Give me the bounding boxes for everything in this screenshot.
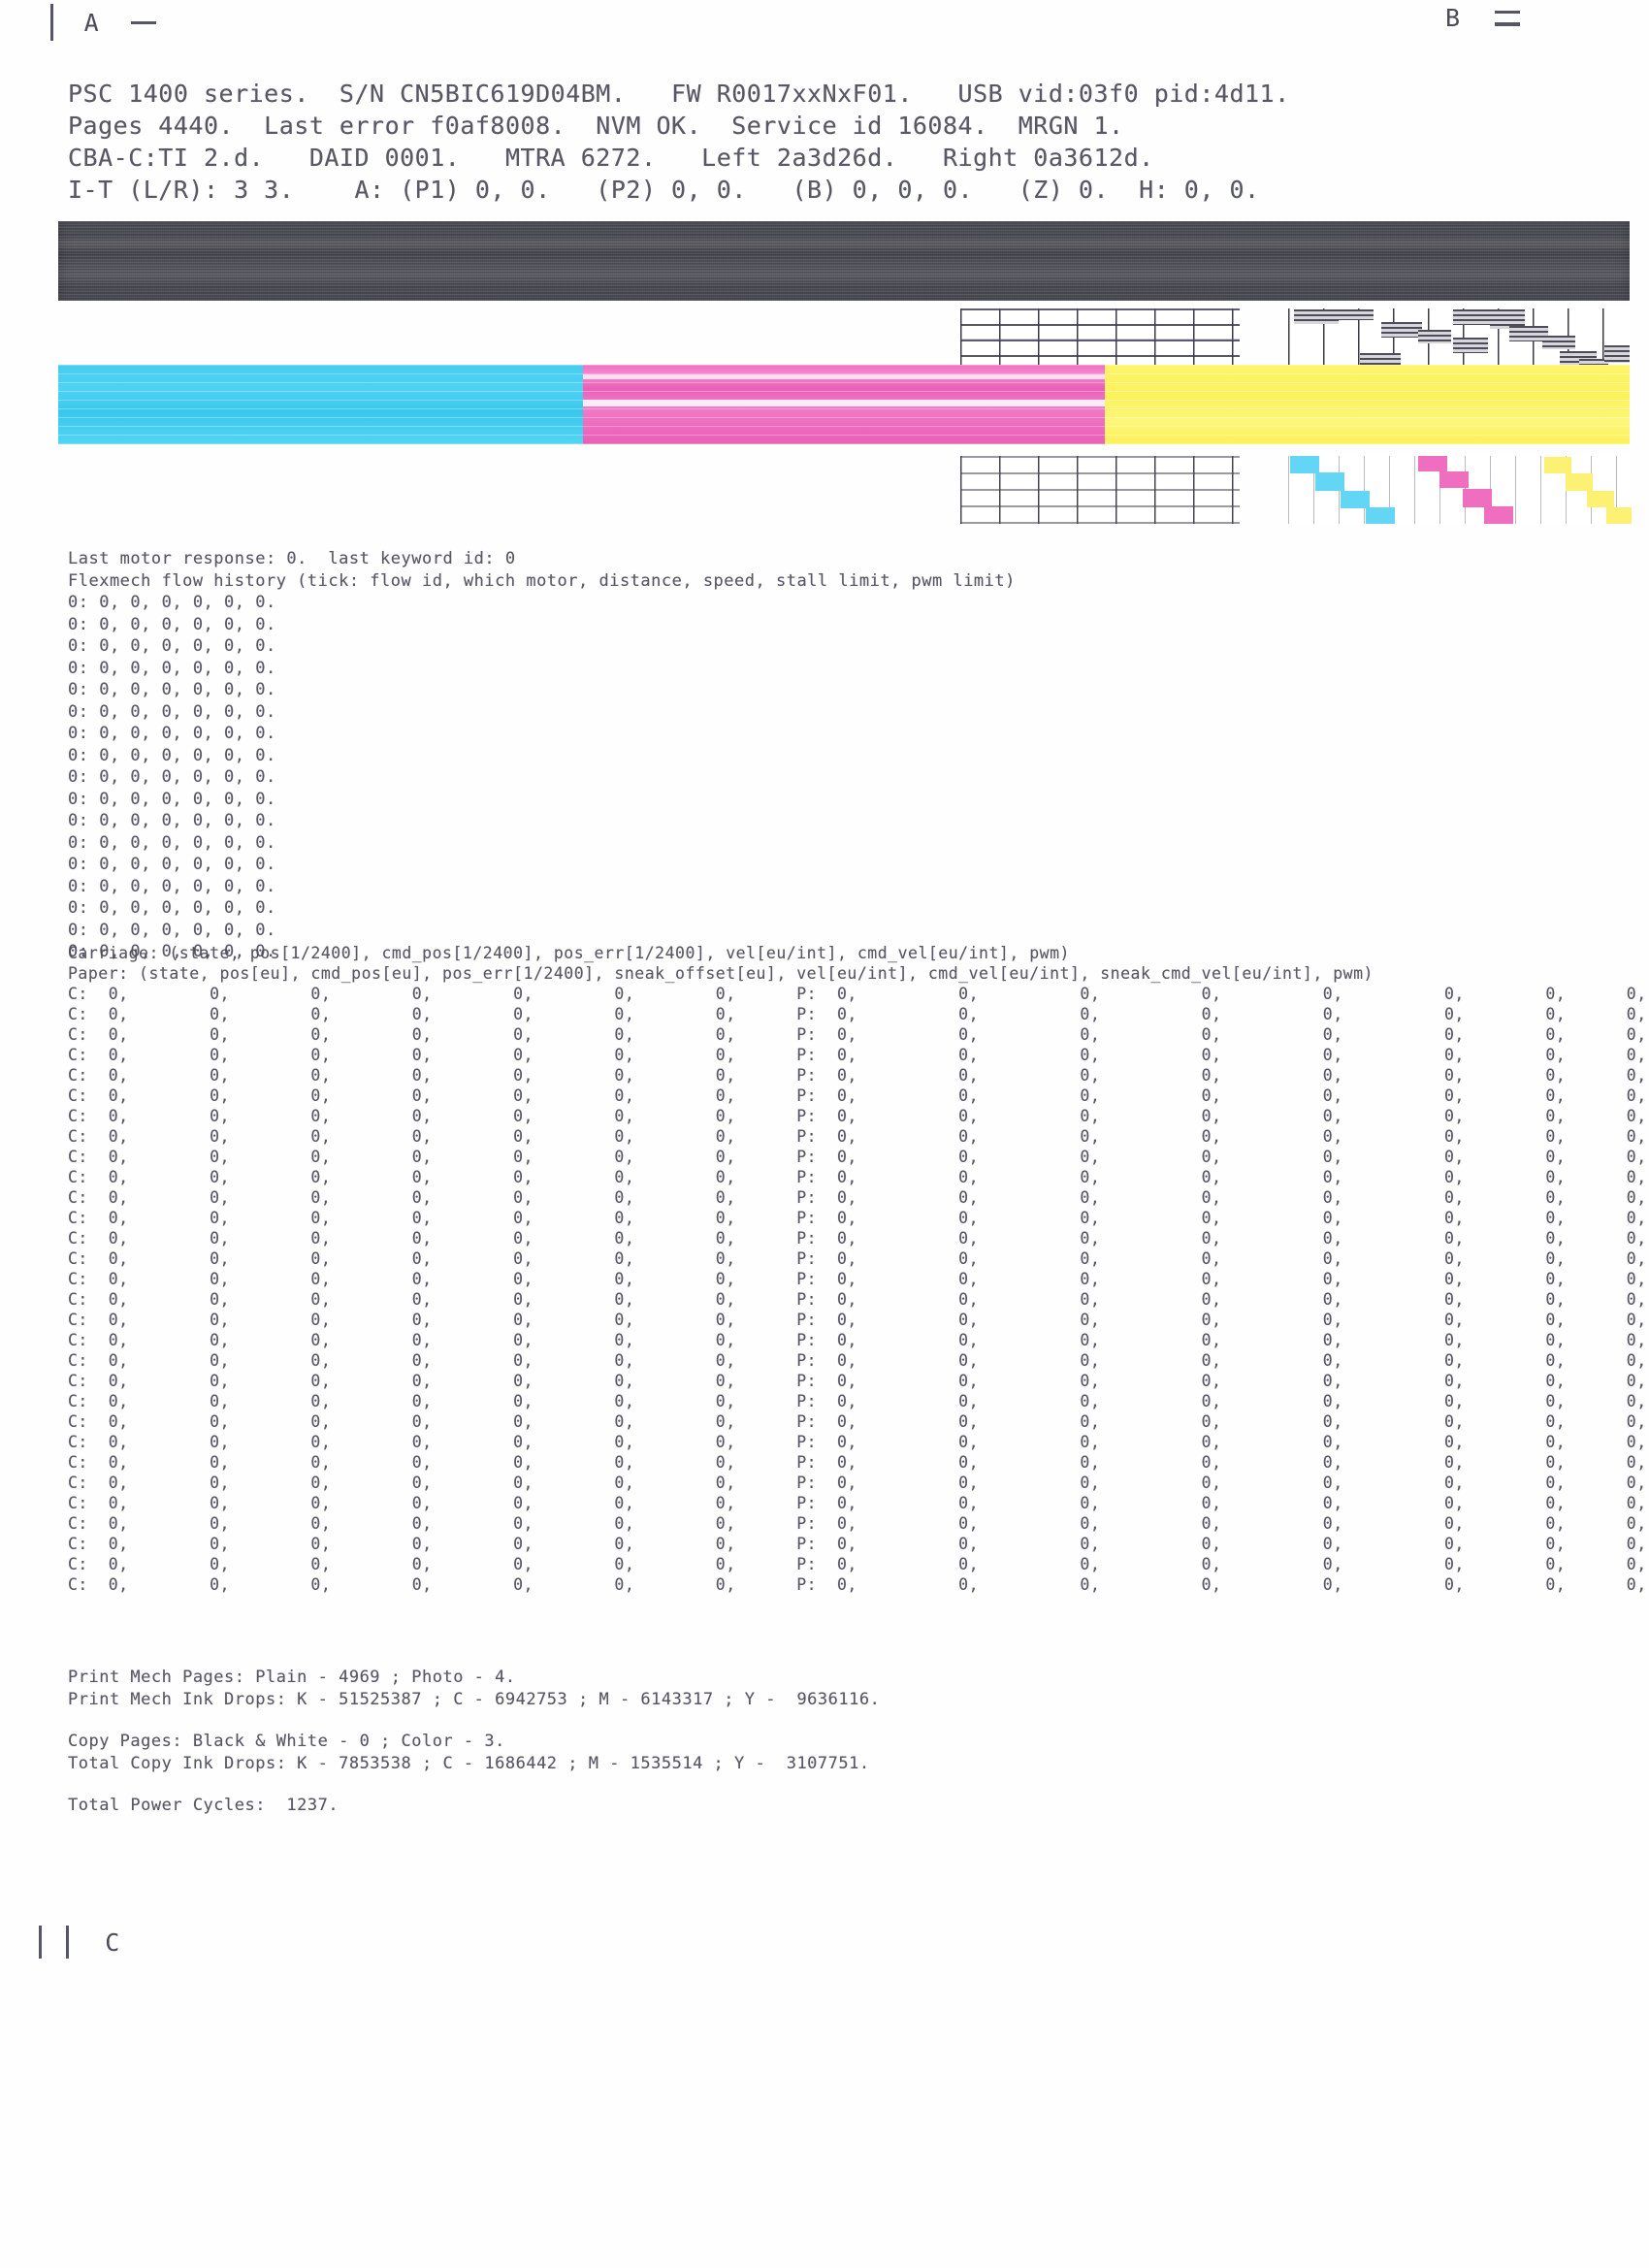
motion-log-row: C: 0, 0, 0, 0, 0, 0, 0, P: 0, 0, 0, 0, 0…	[68, 1188, 1649, 1207]
flexmech-row: 0: 0, 0, 0, 0, 0, 0.	[68, 701, 276, 722]
flexmech-row: 0: 0, 0, 0, 0, 0, 0.	[68, 855, 276, 874]
flexmech-row: 0: 0, 0, 0, 0, 0, 0.	[68, 680, 276, 699]
paper-header: Paper: (state, pos[eu], cmd_pos[eu], pos…	[68, 964, 1374, 983]
registration-bar-left	[50, 4, 53, 41]
registration-bar-c2	[65, 1926, 69, 1959]
printer-selftest-page: A B C PSC 1400 series. S/N CN5BIC619D04B…	[0, 0, 1649, 2268]
header-line-2: Pages 4440. Last error f0af8008. NVM OK.…	[68, 112, 1124, 140]
color-ink-bar	[58, 365, 1631, 444]
motion-log-row: C: 0, 0, 0, 0, 0, 0, 0, P: 0, 0, 0, 0, 0…	[68, 1331, 1649, 1349]
motion-log-row: C: 0, 0, 0, 0, 0, 0, 0, P: 0, 0, 0, 0, 0…	[68, 1535, 1649, 1553]
motion-log-row: C: 0, 0, 0, 0, 0, 0, 0, P: 0, 0, 0, 0, 0…	[68, 1005, 1649, 1023]
flexmech-row: 0: 0, 0, 0, 0, 0, 0.	[68, 724, 276, 743]
flexmech-row: 0: 0, 0, 0, 0, 0, 0.	[68, 789, 276, 809]
registration-bar-c1	[39, 1926, 42, 1959]
magenta-bar-segment	[583, 365, 1105, 444]
nozzle-test-pattern-area	[58, 221, 1632, 532]
registration-letter-a: A	[83, 8, 99, 37]
motion-log-row: C: 0, 0, 0, 0, 0, 0, 0, P: 0, 0, 0, 0, 0…	[68, 1148, 1649, 1166]
motion-log-row: C: 0, 0, 0, 0, 0, 0, 0, P: 0, 0, 0, 0, 0…	[68, 985, 1649, 1003]
alignment-grid-light-lower	[960, 456, 1240, 524]
motion-log-row: C: 0, 0, 0, 0, 0, 0, 0, P: 0, 0, 0, 0, 0…	[68, 1086, 1649, 1105]
total-power-cycles-line: Total Power Cycles: 1237.	[68, 1796, 340, 1815]
flexmech-history-header: Flexmech flow history (tick: flow id, wh…	[68, 570, 1016, 591]
motion-log-row: C: 0, 0, 0, 0, 0, 0, 0, P: 0, 0, 0, 0, 0…	[68, 1412, 1649, 1431]
header-line-3: CBA-C:TI 2.d. DAID 0001. MTRA 6272. Left…	[68, 144, 1154, 172]
motion-log-row: C: 0, 0, 0, 0, 0, 0, 0, P: 0, 0, 0, 0, 0…	[68, 1392, 1649, 1410]
flexmech-row: 0: 0, 0, 0, 0, 0, 0.	[68, 920, 276, 940]
motion-log-row: C: 0, 0, 0, 0, 0, 0, 0, P: 0, 0, 0, 0, 0…	[68, 1494, 1649, 1512]
header-line-4: I-T (L/R): 3 3. A: (P1) 0, 0. (P2) 0, 0.…	[68, 176, 1260, 204]
registration-letter-b: B	[1445, 4, 1461, 32]
motion-log-row: C: 0, 0, 0, 0, 0, 0, 0, P: 0, 0, 0, 0, 0…	[68, 1372, 1649, 1390]
motion-log-row: C: 0, 0, 0, 0, 0, 0, 0, P: 0, 0, 0, 0, 0…	[68, 1229, 1649, 1247]
copy-pages-line: Copy Pages: Black & White - 0 ; Color - …	[68, 1732, 505, 1751]
device-info-header: PSC 1400 series. S/N CN5BIC619D04BM. FW …	[68, 78, 1290, 206]
total-copy-ink-drops-line: Total Copy Ink Drops: K - 7853538 ; C - …	[68, 1753, 870, 1773]
flexmech-row: 0: 0, 0, 0, 0, 0, 0.	[68, 876, 276, 896]
flexmech-row: 0: 0, 0, 0, 0, 0, 0.	[68, 636, 276, 656]
yellow-bar-segment	[1104, 365, 1631, 444]
motion-log-row: C: 0, 0, 0, 0, 0, 0, 0, P: 0, 0, 0, 0, 0…	[68, 1168, 1649, 1186]
alignment-grid-color-stair-lower	[1288, 456, 1632, 524]
motion-log-row: C: 0, 0, 0, 0, 0, 0, 0, P: 0, 0, 0, 0, 0…	[68, 1066, 1649, 1085]
motion-log-row: C: 0, 0, 0, 0, 0, 0, 0, P: 0, 0, 0, 0, 0…	[68, 1453, 1649, 1472]
flexmech-row: 0: 0, 0, 0, 0, 0, 0.	[68, 745, 276, 765]
motion-log-row: C: 0, 0, 0, 0, 0, 0, 0, P: 0, 0, 0, 0, 0…	[68, 1474, 1649, 1492]
motion-log-row: C: 0, 0, 0, 0, 0, 0, 0, P: 0, 0, 0, 0, 0…	[68, 1433, 1649, 1451]
flexmech-row: 0: 0, 0, 0, 0, 0, 0.	[68, 811, 276, 830]
registration-dash-single	[131, 20, 157, 24]
statistics-section: Print Mech Pages: Plain - 4969 ; Photo -…	[68, 1667, 880, 1817]
motion-log-row: C: 0, 0, 0, 0, 0, 0, 0, P: 0, 0, 0, 0, 0…	[68, 1555, 1649, 1573]
registration-letter-c: C	[105, 1928, 120, 1957]
motion-log-row: C: 0, 0, 0, 0, 0, 0, 0, P: 0, 0, 0, 0, 0…	[68, 1209, 1649, 1227]
motion-log-row: C: 0, 0, 0, 0, 0, 0, 0, P: 0, 0, 0, 0, 0…	[68, 1514, 1649, 1533]
motion-log-rows: C: 0, 0, 0, 0, 0, 0, 0, P: 0, 0, 0, 0, 0…	[68, 984, 1649, 1595]
motion-log-row: C: 0, 0, 0, 0, 0, 0, 0, P: 0, 0, 0, 0, 0…	[68, 1127, 1649, 1146]
motion-log-row: C: 0, 0, 0, 0, 0, 0, 0, P: 0, 0, 0, 0, 0…	[68, 1351, 1649, 1370]
stats-spacer-1	[68, 1710, 880, 1731]
flexmech-rows: 0: 0, 0, 0, 0, 0, 0. 0: 0, 0, 0, 0, 0, 0.…	[68, 592, 1016, 963]
cyan-bar-segment	[58, 365, 584, 444]
black-ink-bar	[58, 221, 1630, 301]
last-motor-response-line: Last motor response: 0. last keyword id:…	[68, 549, 516, 568]
flexmech-row: 0: 0, 0, 0, 0, 0, 0.	[68, 614, 276, 634]
registration-mark-c: C	[39, 1926, 119, 1959]
motion-log-row: C: 0, 0, 0, 0, 0, 0, 0, P: 0, 0, 0, 0, 0…	[68, 1290, 1649, 1309]
registration-mark-a: A	[50, 4, 157, 41]
stats-spacer-2	[68, 1774, 880, 1795]
flexmech-row: 0: 0, 0, 0, 0, 0, 0.	[68, 593, 276, 612]
motion-log-row: C: 0, 0, 0, 0, 0, 0, 0, P: 0, 0, 0, 0, 0…	[68, 1107, 1649, 1125]
print-mech-pages-line: Print Mech Pages: Plain - 4969 ; Photo -…	[68, 1668, 516, 1687]
motion-log-section: Carriage: (state, pos[1/2400], cmd_pos[1…	[68, 943, 1649, 1595]
flexmech-row: 0: 0, 0, 0, 0, 0, 0.	[68, 767, 276, 787]
motion-log-row: C: 0, 0, 0, 0, 0, 0, 0, P: 0, 0, 0, 0, 0…	[68, 1575, 1649, 1594]
flexmech-row: 0: 0, 0, 0, 0, 0, 0.	[68, 832, 276, 853]
flexmech-row: 0: 0, 0, 0, 0, 0, 0.	[68, 658, 276, 678]
registration-dash-double	[1494, 10, 1520, 26]
motion-log-row: C: 0, 0, 0, 0, 0, 0, 0, P: 0, 0, 0, 0, 0…	[68, 1270, 1649, 1288]
print-mech-ink-drops-line: Print Mech Ink Drops: K - 51525387 ; C -…	[68, 1689, 881, 1709]
flexmech-row: 0: 0, 0, 0, 0, 0, 0.	[68, 898, 276, 918]
flexmech-section: Last motor response: 0. last keyword id:…	[68, 548, 1016, 963]
header-line-1: PSC 1400 series. S/N CN5BIC619D04BM. FW …	[68, 80, 1290, 108]
motion-log-row: C: 0, 0, 0, 0, 0, 0, 0, P: 0, 0, 0, 0, 0…	[68, 1249, 1649, 1268]
motion-log-row: C: 0, 0, 0, 0, 0, 0, 0, P: 0, 0, 0, 0, 0…	[68, 1311, 1649, 1329]
motion-log-row: C: 0, 0, 0, 0, 0, 0, 0, P: 0, 0, 0, 0, 0…	[68, 1046, 1649, 1064]
carriage-header: Carriage: (state, pos[1/2400], cmd_pos[1…	[68, 944, 1070, 962]
motion-log-row: C: 0, 0, 0, 0, 0, 0, 0, P: 0, 0, 0, 0, 0…	[68, 1025, 1649, 1044]
registration-mark-b: B	[1445, 4, 1520, 32]
